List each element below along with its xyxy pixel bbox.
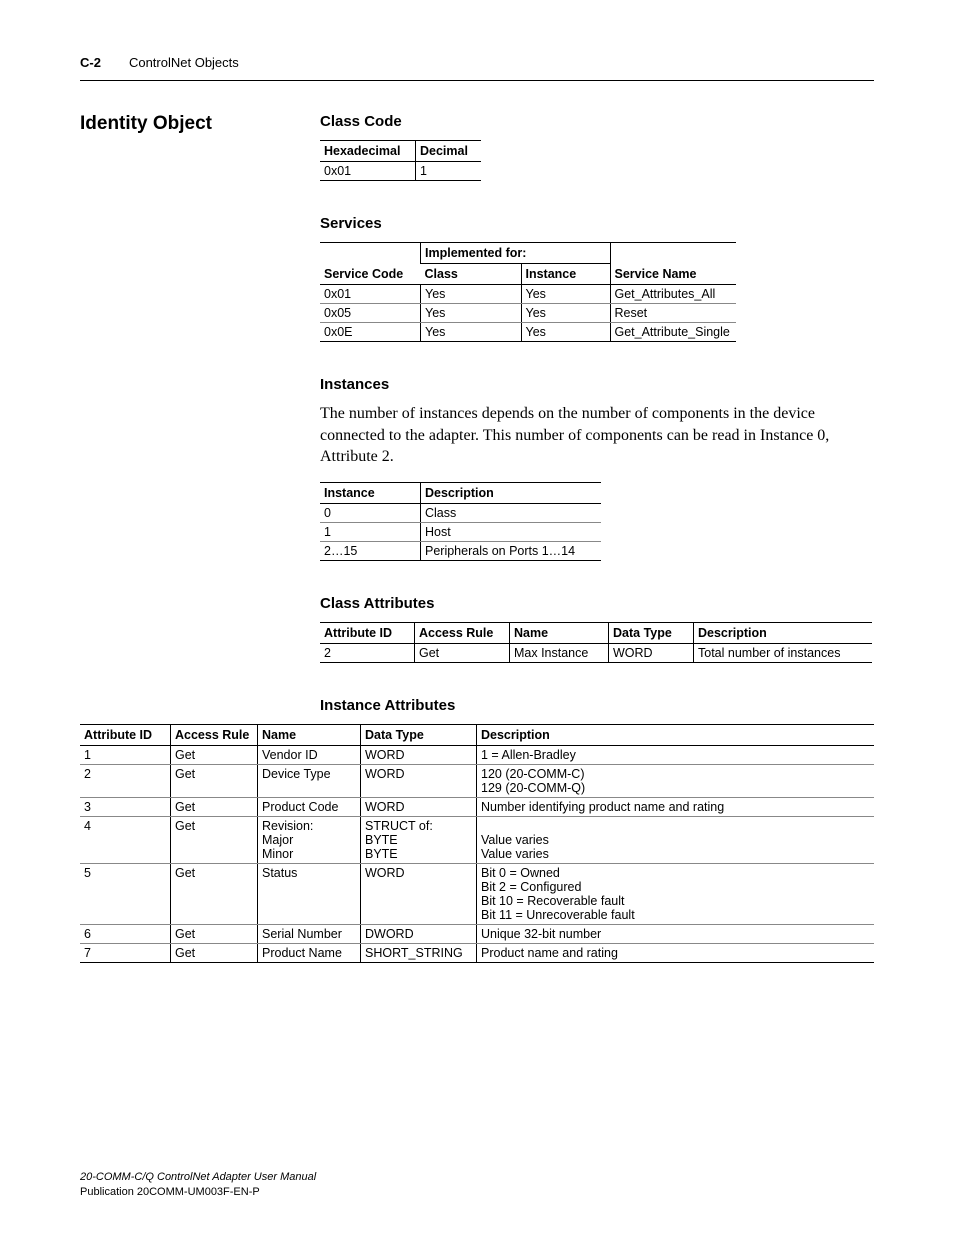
th: Instance [320,482,421,503]
td: Get [171,764,258,797]
td: Serial Number [258,924,361,943]
td: Get_Attribute_Single [610,323,736,342]
th: Name [510,622,609,643]
td: 2 [80,764,171,797]
th: Data Type [361,724,477,745]
td: Yes [421,285,522,304]
th: Name [258,724,361,745]
td: 0x01 [320,162,416,181]
instances-body: The number of instances depends on the n… [320,403,874,468]
td: Vendor ID [258,745,361,764]
td: 0 [320,503,421,522]
td: 120 (20-COMM-C) 129 (20-COMM-Q) [477,764,875,797]
td: STRUCT of: BYTE BYTE [361,816,477,863]
table-services: Service Code Implemented for: Service Na… [320,242,736,342]
td: WORD [361,863,477,924]
td: Get_Attributes_All [610,285,736,304]
td: Device Type [258,764,361,797]
td: Number identifying product name and rati… [477,797,875,816]
td: WORD [609,643,694,662]
th: Hexadecimal [320,141,416,162]
heading-instattr: Instance Attributes [320,697,874,714]
td: Get [171,924,258,943]
left-heading: Identity Object [80,113,310,135]
td: 0x05 [320,304,421,323]
footer-title: 20-COMM-C/Q ControlNet Adapter User Manu… [80,1170,316,1184]
th: Class [421,264,522,285]
td: 2…15 [320,541,421,560]
th: Access Rule [415,622,510,643]
td: Yes [421,304,522,323]
td: 0x0E [320,323,421,342]
td: Yes [521,285,610,304]
td: 4 [80,816,171,863]
th-group: Implemented for: [421,243,611,264]
td: Get [171,816,258,863]
th: Description [477,724,875,745]
th: Service Code [320,243,421,285]
td: Class [421,503,602,522]
th: Access Rule [171,724,258,745]
td: WORD [361,797,477,816]
th: Attribute ID [320,622,415,643]
th: Data Type [609,622,694,643]
heading-instances: Instances [320,376,874,393]
td: 7 [80,943,171,962]
td: DWORD [361,924,477,943]
heading-classcode: Class Code [320,113,874,130]
td: Revision: Major Minor [258,816,361,863]
td: Yes [521,323,610,342]
td: Get [171,863,258,924]
td: Value varies Value varies [477,816,875,863]
table-classcode: Hexadecimal Decimal 0x01 1 [320,140,481,181]
th: Decimal [416,141,482,162]
td: 1 [416,162,482,181]
td: Get [171,745,258,764]
td: WORD [361,745,477,764]
page-footer: 20-COMM-C/Q ControlNet Adapter User Manu… [80,1170,316,1199]
td: Yes [521,304,610,323]
footer-pub: Publication 20COMM-UM003F-EN-P [80,1185,316,1199]
td: Product name and rating [477,943,875,962]
td: Product Code [258,797,361,816]
page-number: C-2 [80,55,101,70]
td: 1 [80,745,171,764]
td: 0x01 [320,285,421,304]
td: Get [171,943,258,962]
td: WORD [361,764,477,797]
th: Attribute ID [80,724,171,745]
heading-classattr: Class Attributes [320,595,874,612]
td: 1 [320,522,421,541]
td: Get [415,643,510,662]
td: 1 = Allen-Bradley [477,745,875,764]
table-instattr: Attribute ID Access Rule Name Data Type … [80,724,874,963]
td: Peripherals on Ports 1…14 [421,541,602,560]
td: Total number of instances [694,643,873,662]
th: Description [421,482,602,503]
heading-services: Services [320,215,874,232]
td: Host [421,522,602,541]
td: Get [171,797,258,816]
th: Description [694,622,873,643]
td: Max Instance [510,643,609,662]
td: 5 [80,863,171,924]
page-header: C-2 ControlNet Objects [80,55,874,81]
td: Unique 32-bit number [477,924,875,943]
th: Instance [521,264,610,285]
th: Service Name [610,243,736,285]
td: Bit 0 = Owned Bit 2 = Configured Bit 10 … [477,863,875,924]
td: 2 [320,643,415,662]
table-classattr: Attribute ID Access Rule Name Data Type … [320,622,872,663]
chapter-title: ControlNet Objects [129,55,239,70]
td: Yes [421,323,522,342]
table-instances: Instance Description 0Class 1Host 2…15Pe… [320,482,601,561]
td: 6 [80,924,171,943]
td: Status [258,863,361,924]
td: Reset [610,304,736,323]
td: SHORT_STRING [361,943,477,962]
td: 3 [80,797,171,816]
td: Product Name [258,943,361,962]
